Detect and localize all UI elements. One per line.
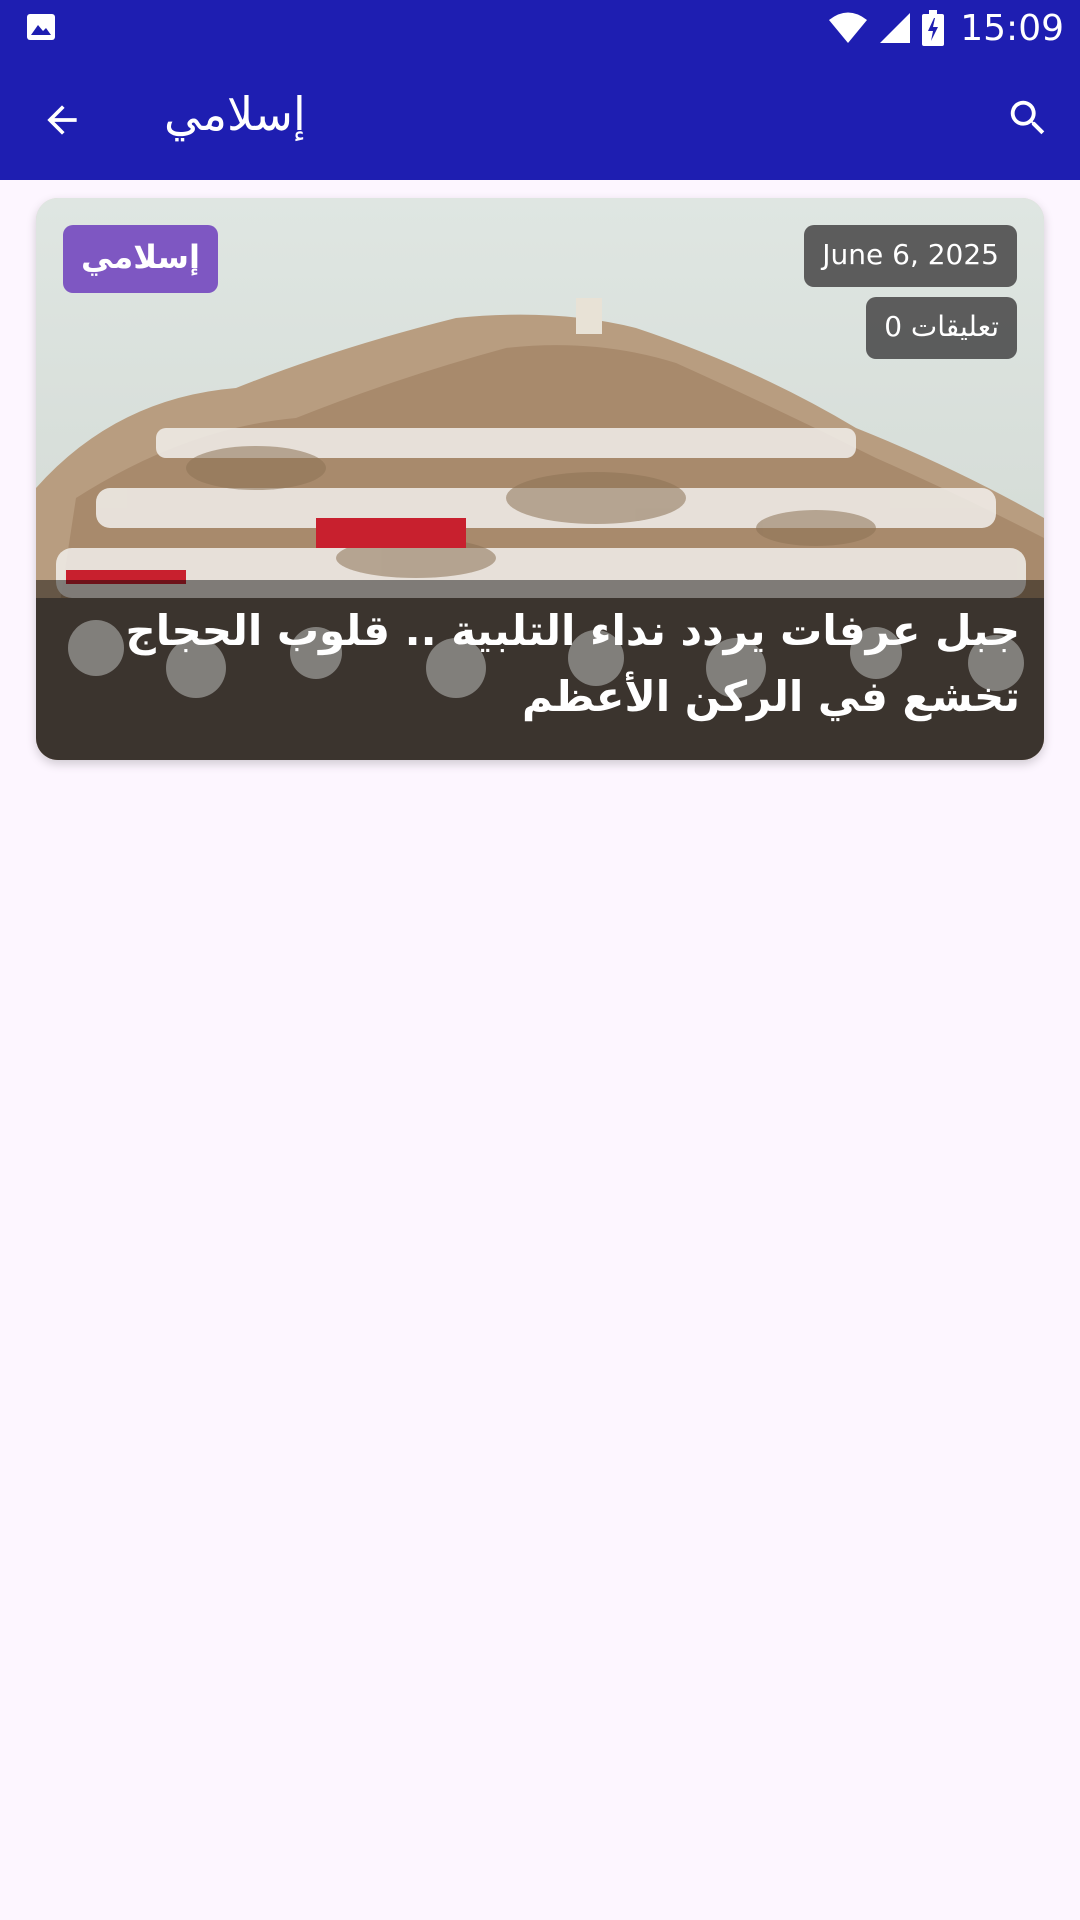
battery-charging-icon [922, 10, 945, 46]
article-card[interactable]: إسلامي June 6, 2025 تعليقات 0 جبل عرفات … [36, 198, 1044, 760]
wifi-icon [829, 12, 868, 43]
status-bar: 15:09 [0, 0, 1080, 56]
back-button[interactable] [30, 88, 94, 152]
comments-badge[interactable]: تعليقات 0 [866, 297, 1017, 359]
search-icon [1010, 100, 1045, 135]
category-badge[interactable]: إسلامي [63, 225, 218, 293]
status-icons: 15:09 [828, 0, 1064, 56]
image-icon [27, 14, 55, 40]
article-title[interactable]: جبل عرفات يردد نداء التلبية .. قلوب الحج… [60, 598, 1020, 730]
page-title: إسلامي [164, 87, 306, 141]
title-overlay: جبل عرفات يردد نداء التلبية .. قلوب الحج… [36, 580, 1044, 760]
app-bar: إسلامي [0, 56, 1080, 180]
back-arrow-icon [47, 105, 77, 135]
date-badge: June 6, 2025 [804, 225, 1017, 287]
status-time: 15:09 [960, 7, 1064, 49]
search-button[interactable] [996, 86, 1060, 150]
signal-icon [880, 13, 911, 43]
